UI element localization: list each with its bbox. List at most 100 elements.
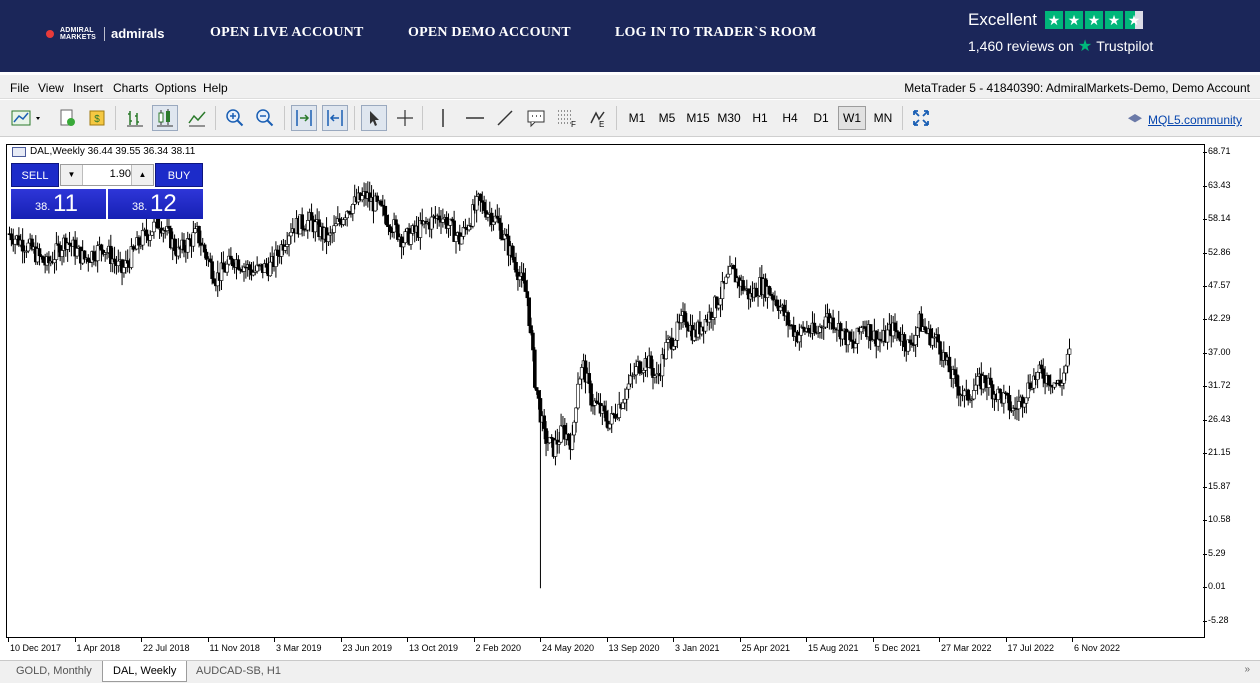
zoom-out-button[interactable] — [252, 105, 278, 131]
price-axis[interactable]: 68.71 63.43 58.14 52.86 47.57 42.29 37.00 31.72… — [1203, 138, 1260, 648]
fibonacci-button[interactable]: F — [553, 105, 579, 131]
candle-body — [559, 425, 563, 443]
timeframe-m15[interactable]: M15 — [684, 106, 712, 130]
volume-decrease-button[interactable]: ▼ — [61, 165, 83, 185]
tab-audcad-h1[interactable]: AUDCAD-SB, H1 — [186, 661, 291, 682]
x-tick-mark — [141, 638, 142, 642]
fullscreen-button[interactable] — [908, 105, 934, 131]
candle-body — [806, 327, 811, 333]
candle-body — [54, 243, 59, 260]
admirals-logo[interactable]: ADMIRAL MARKETS admirals — [46, 26, 164, 41]
candle-body — [675, 321, 680, 341]
timeframe-d1[interactable]: D1 — [808, 106, 834, 130]
candle-body — [137, 237, 141, 246]
candle-body — [664, 342, 668, 360]
zoom-in-button[interactable] — [222, 105, 248, 131]
candle-body — [570, 434, 575, 450]
timeframe-m1[interactable]: M1 — [624, 106, 650, 130]
vertical-line-button[interactable] — [430, 105, 456, 131]
menu-options[interactable]: Options — [155, 81, 196, 95]
market-watch-button[interactable]: $ — [84, 105, 110, 131]
candle-body — [529, 325, 533, 334]
trendline-button[interactable] — [492, 105, 518, 131]
candle-body — [936, 334, 940, 342]
menu-insert[interactable]: Insert — [73, 81, 103, 95]
candle-body — [514, 262, 518, 273]
mql5-community-link[interactable]: MQL5.community — [1127, 113, 1242, 127]
line-chart-icon — [188, 111, 206, 127]
candle-body — [679, 315, 683, 323]
menu-charts[interactable]: Charts — [113, 81, 148, 95]
x-tick-mark — [606, 638, 608, 642]
volume-increase-button[interactable]: ▲ — [131, 165, 153, 185]
one-click-trading-panel: SELL ▼ ▲ BUY 38. 11 38. 12 — [11, 163, 203, 219]
tab-label: DAL, Weekly — [113, 665, 177, 677]
profiles-button[interactable] — [54, 105, 80, 131]
timeframe-m5[interactable]: M5 — [654, 106, 680, 130]
sell-price[interactable]: 38. 11 — [11, 189, 106, 219]
menu-file[interactable]: File — [10, 81, 29, 95]
svg-text:F: F — [571, 120, 576, 128]
text-label-button[interactable] — [523, 105, 549, 131]
tab-scroll-icon[interactable]: » — [1244, 664, 1250, 675]
candle-body — [446, 225, 451, 229]
y-tick-mark — [1203, 419, 1207, 421]
candle-body — [786, 312, 790, 326]
horizontal-line-button[interactable] — [462, 105, 488, 131]
open-demo-account-link[interactable]: OPEN DEMO ACCOUNT — [408, 25, 571, 41]
timeframe-h1[interactable]: H1 — [747, 106, 773, 130]
candle-body — [285, 244, 289, 247]
y-tick-label: 42.29 — [1208, 313, 1231, 324]
menu-view[interactable]: View — [38, 81, 64, 95]
candle-body — [309, 212, 314, 221]
candle-body — [52, 259, 57, 264]
candle-body — [859, 327, 864, 333]
x-tick-label: 13 Sep 2020 — [608, 643, 660, 653]
trustpilot-brand: Trustpilot — [1096, 38, 1154, 54]
candle-body — [185, 238, 190, 253]
candle-body — [230, 259, 235, 267]
autoscroll-button[interactable] — [291, 105, 317, 131]
buy-button[interactable]: BUY — [155, 163, 203, 187]
crosshair-tool-button[interactable] — [392, 105, 418, 131]
candle-body — [572, 421, 577, 436]
timeframe-h4[interactable]: H4 — [777, 106, 803, 130]
candlestick-chart-button[interactable] — [152, 105, 178, 131]
candle-body — [388, 226, 393, 233]
candle-body — [99, 244, 104, 251]
timeframe-m30[interactable]: M30 — [715, 106, 743, 130]
timeframe-w1[interactable]: W1 — [838, 106, 866, 130]
objects-icon: E — [590, 111, 605, 128]
y-tick-mark — [1203, 587, 1207, 589]
cursor-tool-button[interactable] — [361, 105, 387, 131]
candle-body — [499, 222, 503, 240]
tab-dal-weekly[interactable]: DAL, Weekly — [102, 661, 188, 682]
objects-button[interactable]: E — [585, 105, 611, 131]
candle-body — [512, 256, 516, 263]
new-chart-button[interactable] — [8, 105, 46, 131]
candle-body — [1067, 348, 1072, 355]
trustpilot-widget[interactable]: Excellent ★ ★ ★ ★ ★ 1,460 reviews on ★ T… — [968, 10, 1153, 56]
open-live-account-link[interactable]: OPEN LIVE ACCOUNT — [210, 25, 364, 41]
candle-body — [474, 196, 479, 211]
buy-price[interactable]: 38. 12 — [108, 189, 203, 219]
timeframe-mn[interactable]: MN — [870, 106, 896, 130]
logo-brand-text: admirals — [111, 26, 165, 41]
menu-help[interactable]: Help — [203, 81, 228, 95]
candle-body — [913, 335, 918, 346]
bar-chart-button[interactable] — [122, 105, 148, 131]
tab-gold-monthly[interactable]: GOLD, Monthly — [6, 661, 102, 682]
x-tick-mark — [806, 638, 807, 642]
login-traders-room-link[interactable]: LOG IN TO TRADER`S ROOM — [615, 25, 816, 41]
candle-body — [797, 334, 802, 343]
candle-body — [893, 322, 897, 331]
candle-body — [20, 239, 25, 252]
candle-body — [609, 413, 614, 425]
line-chart-button[interactable] — [184, 105, 210, 131]
volume-input[interactable] — [85, 168, 131, 180]
trustpilot-reviews: 1,460 reviews on — [968, 38, 1074, 54]
sell-button[interactable]: SELL — [11, 163, 59, 187]
candle-body — [953, 369, 957, 376]
chart-shift-button[interactable] — [322, 105, 348, 131]
zoom-out-icon — [256, 109, 274, 127]
